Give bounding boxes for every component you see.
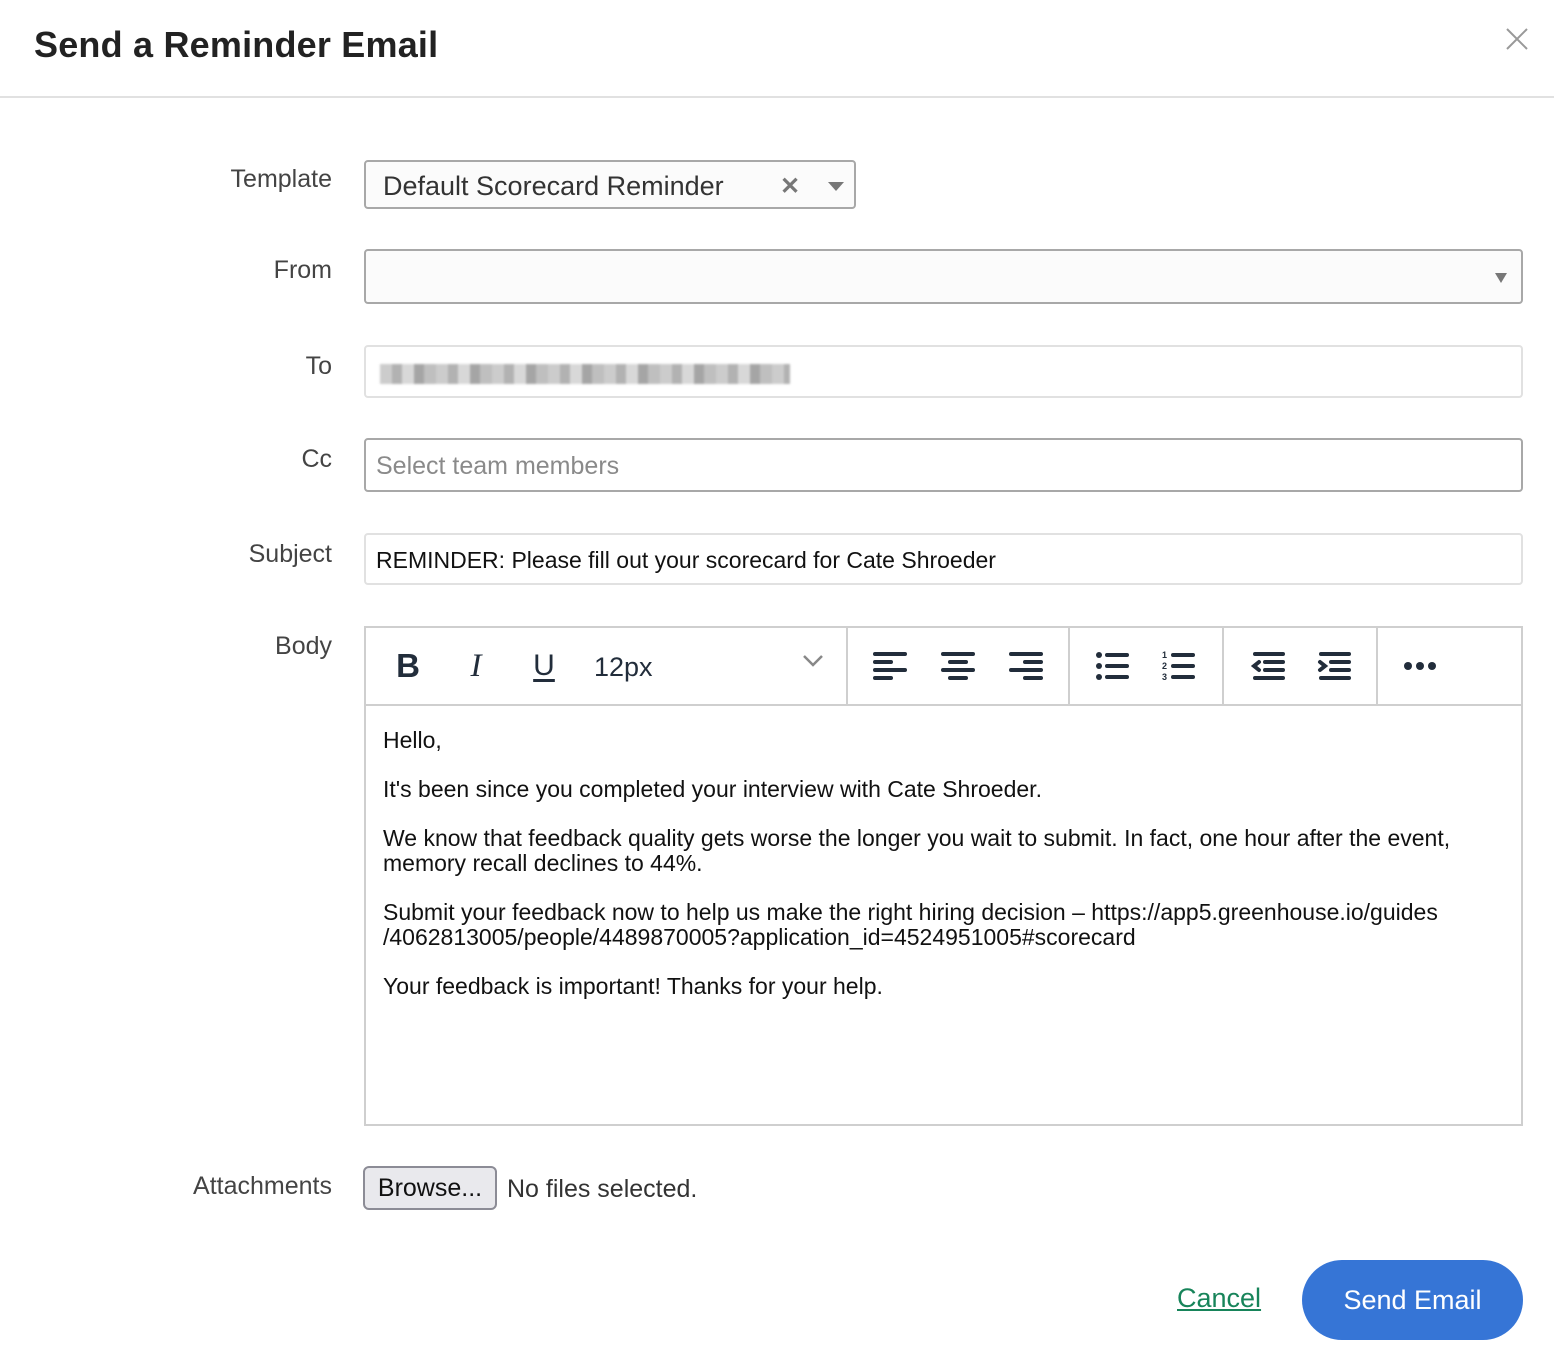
italic-icon[interactable]: I bbox=[456, 646, 496, 686]
subject-field[interactable]: REMINDER: Please fill out your scorecard… bbox=[364, 533, 1523, 585]
close-icon[interactable] bbox=[1504, 26, 1530, 52]
attachments-label: Attachments bbox=[193, 1172, 332, 1200]
align-left-icon[interactable] bbox=[870, 646, 910, 686]
toolbar-group-lists: 123 bbox=[1070, 628, 1224, 704]
dropdown-arrow-icon[interactable] bbox=[828, 182, 844, 191]
cancel-link[interactable]: Cancel bbox=[1177, 1283, 1261, 1314]
body-label: Body bbox=[275, 632, 332, 660]
template-select[interactable]: Default Scorecard Reminder ✕ bbox=[364, 160, 856, 209]
to-field[interactable] bbox=[364, 345, 1523, 398]
body-content[interactable]: Hello, It's been since you completed you… bbox=[383, 728, 1508, 1023]
align-right-icon[interactable] bbox=[1006, 646, 1046, 686]
cc-label: Cc bbox=[301, 445, 332, 473]
dialog-title: Send a Reminder Email bbox=[34, 24, 439, 65]
from-select[interactable] bbox=[364, 249, 1523, 304]
cc-field[interactable] bbox=[364, 438, 1523, 492]
body-paragraph: We know that feedback quality gets worse… bbox=[383, 825, 1451, 876]
editor-toolbar: B I U 12px 123 bbox=[366, 628, 1521, 706]
file-status: No files selected. bbox=[507, 1175, 698, 1203]
outdent-icon[interactable] bbox=[1248, 646, 1288, 686]
chevron-down-icon[interactable] bbox=[802, 654, 824, 673]
numbered-list-icon[interactable]: 123 bbox=[1158, 646, 1198, 686]
body-paragraph: It's been since you completed your inter… bbox=[383, 776, 1042, 802]
toolbar-group-text: B I U 12px bbox=[366, 628, 848, 704]
bold-icon[interactable]: B bbox=[388, 646, 428, 686]
template-label: Template bbox=[230, 165, 332, 193]
redacted-email bbox=[380, 364, 790, 384]
cc-input[interactable] bbox=[376, 448, 1506, 484]
svg-text:1: 1 bbox=[1162, 650, 1167, 660]
underline-icon[interactable]: U bbox=[524, 646, 564, 686]
subject-value: REMINDER: Please fill out your scorecard… bbox=[376, 547, 996, 573]
dialog-header: Send a Reminder Email bbox=[0, 0, 1554, 98]
browse-button[interactable]: Browse... bbox=[363, 1166, 497, 1210]
indent-icon[interactable] bbox=[1314, 646, 1354, 686]
svg-text:2: 2 bbox=[1162, 661, 1167, 671]
toolbar-group-indent bbox=[1224, 628, 1378, 704]
font-size-select[interactable]: 12px bbox=[594, 652, 653, 683]
send-email-button[interactable]: Send Email bbox=[1302, 1260, 1523, 1340]
body-paragraph: Hello, bbox=[383, 727, 442, 753]
clear-icon[interactable]: ✕ bbox=[780, 172, 800, 201]
subject-label: Subject bbox=[248, 540, 332, 568]
toolbar-group-align bbox=[848, 628, 1070, 704]
body-paragraph: Submit your feedback now to help us make… bbox=[383, 899, 1438, 950]
body-editor[interactable]: B I U 12px 123 Hello, It's been since yo… bbox=[364, 626, 1523, 1126]
body-paragraph: Your feedback is important! Thanks for y… bbox=[383, 973, 883, 999]
align-center-icon[interactable] bbox=[938, 646, 978, 686]
svg-text:3: 3 bbox=[1162, 672, 1167, 682]
template-value: Default Scorecard Reminder bbox=[383, 171, 724, 201]
from-label: From bbox=[273, 256, 332, 284]
bullet-list-icon[interactable] bbox=[1092, 646, 1132, 686]
to-label: To bbox=[305, 352, 332, 380]
dropdown-arrow-icon[interactable] bbox=[1495, 273, 1507, 283]
more-icon[interactable] bbox=[1400, 646, 1440, 686]
